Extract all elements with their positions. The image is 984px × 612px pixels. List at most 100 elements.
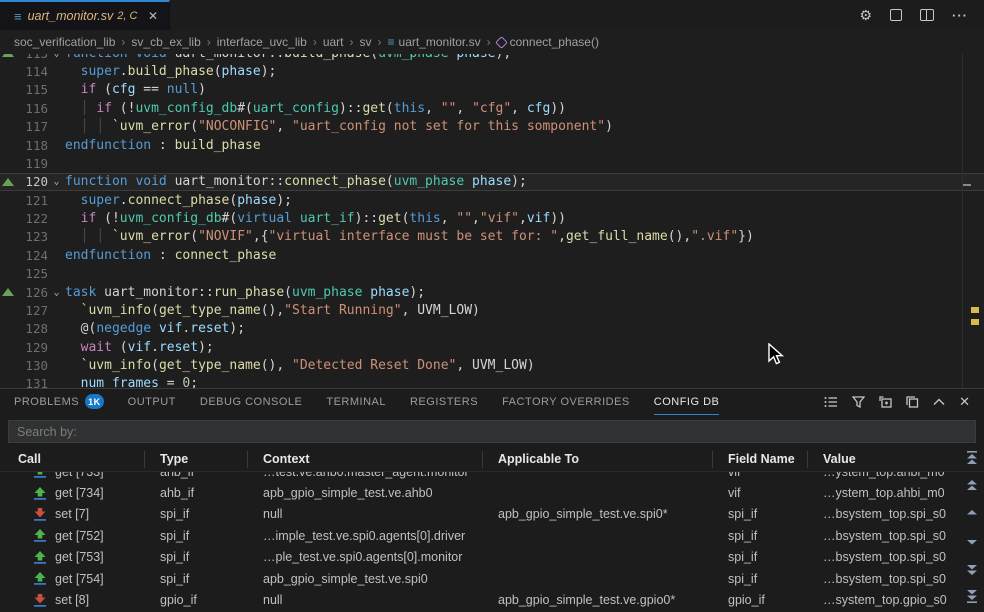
page-up-icon[interactable] (965, 479, 979, 491)
gutter-space (0, 246, 16, 264)
scroll-up-icon[interactable] (965, 506, 979, 518)
breadcrumb-item[interactable]: sv_cb_ex_lib (131, 35, 200, 49)
panel-tab-problems[interactable]: PROBLEMS1K (14, 389, 104, 415)
table-row[interactable]: get [734]ahb_ifapb_gpio_simple_test.ve.a… (0, 482, 984, 503)
call-cell: get [752] (0, 529, 145, 543)
column-header-call[interactable]: Call (0, 451, 145, 468)
code-line-127[interactable]: 127 `uvm_info(get_type_name(),"Start Run… (0, 301, 984, 319)
context-cell: …ple_test.ve.spi0.agents[0].monitor (248, 550, 483, 564)
view-as-list-icon[interactable] (824, 396, 838, 408)
table-row[interactable]: set [7]spi_ifnullapb_gpio_simple_test.ve… (0, 504, 984, 525)
close-tab-icon[interactable]: ✕ (145, 8, 161, 24)
breadcrumb-separator: › (207, 35, 211, 49)
breadcrumb-item[interactable]: ≡uart_monitor.sv (388, 35, 481, 49)
scroll-down-icon[interactable] (965, 535, 979, 547)
call-cell: get [754] (0, 572, 145, 586)
code-line-119[interactable]: 119 (0, 154, 984, 172)
split-editor-icon[interactable] (920, 9, 934, 21)
code-line-118[interactable]: 118endfunction : build_phase (0, 136, 984, 154)
scroll-to-top-icon[interactable] (965, 451, 979, 463)
code-line-128[interactable]: 128 @(negedge vif.reset); (0, 320, 984, 338)
gutter-space (0, 338, 16, 356)
layout-square-icon[interactable] (890, 9, 902, 21)
column-header-type[interactable]: Type (145, 451, 248, 468)
gutter-space (0, 265, 16, 283)
column-header-field-name[interactable]: Field Name (713, 451, 808, 468)
code-line-117[interactable]: 117 │ │ `uvm_error("NOCONFIG", "uart_con… (0, 118, 984, 136)
breadcrumb-separator: › (487, 35, 491, 49)
code-editor[interactable]: 113⌄function void uart_monitor::build_ph… (0, 54, 984, 388)
code-line-124[interactable]: 124endfunction : connect_phase (0, 246, 984, 264)
search-input[interactable] (8, 420, 976, 443)
type-cell: spi_if (145, 529, 248, 543)
breadcrumb-item[interactable]: sv (360, 35, 372, 49)
code-line-114[interactable]: 114 super.build_phase(phase); (0, 62, 984, 80)
table-scroll-rail (965, 389, 981, 612)
fold-chevron-icon[interactable]: ⌄ (48, 287, 65, 298)
table-row[interactable]: get [753]spi_if…ple_test.ve.spi0.agents[… (0, 547, 984, 568)
code-line-130[interactable]: 130 `uvm_info(get_type_name(), "Detected… (0, 356, 984, 374)
code-text: │ │ `uvm_error("NOVIF",{"virtual interfa… (65, 229, 984, 244)
tab-uart-monitor[interactable]: ≡ uart_monitor.sv 2, C ✕ (0, 0, 170, 30)
line-number: 125 (16, 266, 48, 281)
code-line-122[interactable]: 122 if (!uvm_config_db#(virtual uart_if)… (0, 209, 984, 227)
breadcrumb-item[interactable]: soc_verification_lib (14, 35, 115, 49)
problems-count-badge: 1K (85, 394, 104, 409)
overview-ruler-warning-mark (971, 319, 979, 325)
call-cell: get [733] (0, 472, 145, 479)
table-row[interactable]: get [752]spi_if…imple_test.ve.spi0.agent… (0, 525, 984, 546)
code-line-115[interactable]: 115 if (cfg == null) (0, 81, 984, 99)
code-line-125[interactable]: 125 (0, 265, 984, 283)
fold-chevron-icon[interactable]: ⌄ (48, 54, 65, 59)
gutter-marker-icon[interactable] (0, 54, 16, 62)
code-line-120[interactable]: 120⌄function void uart_monitor::connect_… (0, 173, 984, 191)
call-cell: get [753] (0, 550, 145, 564)
scroll-to-bottom-icon[interactable] (965, 590, 979, 602)
copy-panel-icon[interactable] (906, 396, 919, 408)
code-line-123[interactable]: 123 │ │ `uvm_error("NOVIF",{"virtual int… (0, 228, 984, 246)
call-cell: set [7] (0, 507, 145, 521)
settings-gear-icon[interactable]: ⚙ (859, 8, 872, 22)
get-icon (33, 529, 47, 542)
context-cell: null (248, 593, 483, 607)
table-row[interactable]: set [8]gpio_ifnullapb_gpio_simple_test.v… (0, 589, 984, 610)
breadcrumb-item[interactable]: connect_phase() (497, 35, 599, 49)
panel-tab-registers[interactable]: REGISTERS (410, 389, 478, 415)
panel-tab-debug-console[interactable]: DEBUG CONSOLE (200, 389, 302, 415)
table-row[interactable]: get [733]ahb_if…test.ve.ahb0.master_agen… (0, 472, 984, 482)
gutter-marker-icon[interactable] (0, 173, 16, 191)
breadcrumb-item[interactable]: uart (323, 35, 344, 49)
code-text: │ if (!uvm_config_db#(uart_config)::get(… (65, 101, 984, 116)
get-icon (33, 487, 47, 500)
panel-tab-terminal[interactable]: TERMINAL (326, 389, 386, 415)
code-text: num_frames = 0; (65, 376, 984, 388)
gutter-space (0, 301, 16, 319)
panel-tab-factory-overrides[interactable]: FACTORY OVERRIDES (502, 389, 630, 415)
more-actions-icon[interactable]: ··· (952, 9, 968, 22)
code-line-121[interactable]: 121 super.connect_phase(phase); (0, 191, 984, 209)
code-line-113[interactable]: 113⌄function void uart_monitor::build_ph… (0, 54, 984, 62)
filter-icon[interactable] (852, 396, 865, 408)
code-line-126[interactable]: 126⌄task uart_monitor::run_phase(uvm_pha… (0, 283, 984, 301)
maximize-panel-chevron-icon[interactable] (933, 398, 945, 406)
table-row[interactable]: get [754]spi_ifapb_gpio_simple_test.ve.s… (0, 568, 984, 589)
code-line-131[interactable]: 131 num_frames = 0; (0, 375, 984, 388)
page-down-icon[interactable] (965, 563, 979, 575)
breadcrumb-separator: › (378, 35, 382, 49)
panel-tab-config-db[interactable]: CONFIG DB (654, 389, 720, 415)
value-cell: …bsystem_top.spi_s0 (808, 572, 984, 586)
code-line-129[interactable]: 129 wait (vif.reset); (0, 338, 984, 356)
column-header-applicable-to[interactable]: Applicable To (483, 451, 713, 468)
column-header-context[interactable]: Context (248, 451, 483, 468)
fold-chevron-icon[interactable]: ⌄ (48, 176, 65, 187)
overview-ruler-warning-mark (971, 307, 979, 313)
breadcrumb-item[interactable]: interface_uvc_lib (217, 35, 307, 49)
context-cell: null (248, 507, 483, 521)
gutter-marker-icon[interactable] (0, 283, 16, 301)
panel-tab-output[interactable]: OUTPUT (128, 389, 176, 415)
column-header-value[interactable]: Value (808, 451, 984, 468)
code-line-116[interactable]: 116 │ if (!uvm_config_db#(uart_config)::… (0, 99, 984, 117)
field-name-cell: gpio_if (713, 593, 808, 607)
open-new-window-icon[interactable] (879, 396, 892, 408)
applicable-to-cell: apb_gpio_simple_test.ve.spi0* (483, 507, 713, 521)
